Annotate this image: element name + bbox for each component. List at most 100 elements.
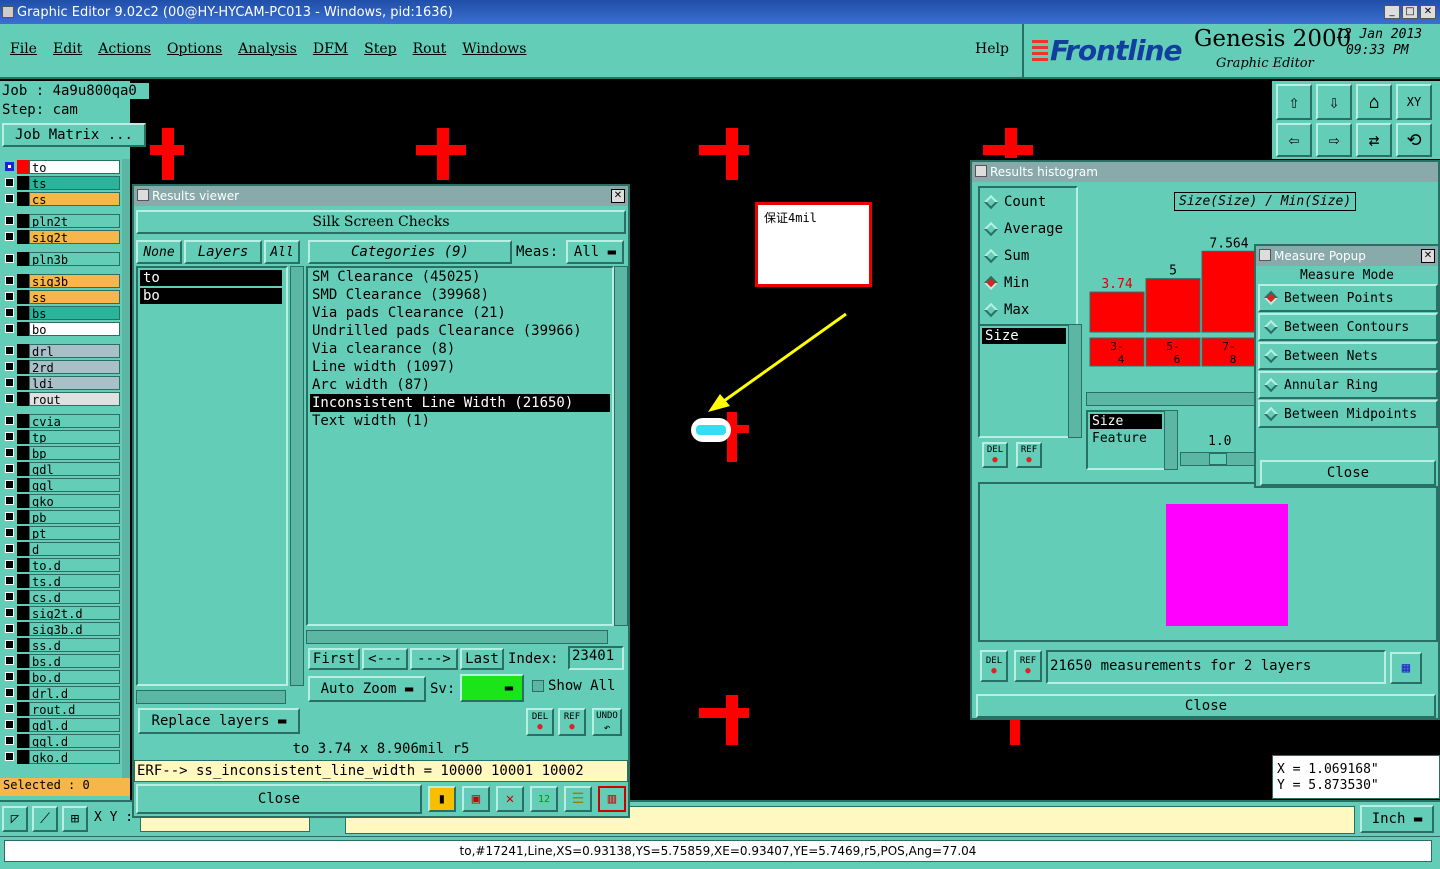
tool-right-icon[interactable]: ⇨ [1316,123,1352,157]
tool-measure-icon[interactable]: ⟋ [32,806,58,832]
measure-close-button[interactable]: Close [1260,460,1436,486]
layer-checkbox[interactable] [5,308,14,317]
show-all-checkbox[interactable] [532,680,544,692]
layer-checkbox[interactable] [5,512,14,521]
feature-item-size[interactable]: Size [1090,414,1162,429]
layer-row-ss-d[interactable]: ss.d [2,637,120,652]
layer-checkbox[interactable] [5,194,14,203]
layer-row-bo-d[interactable]: bo.d [2,669,120,684]
job-matrix-button[interactable]: Job Matrix ... [2,123,146,147]
tool-select-icon[interactable]: ◸ [2,806,28,832]
layer-checkbox[interactable] [5,346,14,355]
histogram-bar[interactable] [1145,278,1201,333]
layer-checkbox[interactable] [5,362,14,371]
layer-row-rout[interactable]: rout [2,391,120,406]
units-dropdown[interactable]: Inch ▬ [1360,805,1434,833]
results-viewer-close-icon[interactable]: ✕ [611,189,625,203]
next-button[interactable]: ---> [410,648,458,670]
minimize-icon[interactable]: _ [1384,5,1400,19]
tool-d-icon[interactable]: 12 [530,786,558,812]
tool-down-icon[interactable]: ⇩ [1316,84,1352,120]
layer-scrollbar[interactable] [122,159,130,784]
layer-checkbox[interactable] [5,496,14,505]
layer-row-cvia[interactable]: cvia [2,413,120,428]
category-scrollbar[interactable] [614,266,628,626]
menu-item-rout[interactable]: Rout [413,41,447,57]
results-close-button[interactable]: Close [136,784,422,814]
feature-scrollbar[interactable] [1164,410,1178,470]
layer-row-drl-d[interactable]: drl.d [2,685,120,700]
tool-swap-icon[interactable]: ⇄ [1356,123,1392,157]
category-item[interactable]: Via pads Clearance (21) [310,304,610,322]
layer-row-cs-d[interactable]: cs.d [2,589,120,604]
layer-checkbox[interactable] [5,480,14,489]
layer-row-ts[interactable]: ts [2,175,120,190]
size-list-scrollbar[interactable] [1068,324,1082,438]
layer-row-ss[interactable]: ss [2,289,120,304]
tool-xy-icon[interactable]: XY [1396,84,1432,120]
scale-slider[interactable] [1180,452,1256,466]
measure-option-between-points[interactable]: Between Points [1258,284,1438,312]
layer-checkbox[interactable] [5,608,14,617]
layer-checkbox[interactable] [5,416,14,425]
mode-radio-count[interactable]: Count [980,188,1076,215]
layer-row-bo[interactable]: bo [2,321,120,336]
layer-checkbox[interactable] [5,656,14,665]
result-layer-item[interactable]: to [140,270,282,286]
layer-checkbox[interactable] [5,528,14,537]
layer-checkbox[interactable] [5,254,14,263]
histogram-bar[interactable] [1201,250,1256,333]
layer-row-sig3b[interactable]: sig3b [2,273,120,288]
menu-item-analysis[interactable]: Analysis [238,41,297,57]
layer-checkbox[interactable] [5,232,14,241]
categories-button[interactable]: Categories (9) [308,240,512,264]
layer-checkbox[interactable] [5,464,14,473]
mode-radio-average[interactable]: Average [980,215,1076,242]
layer-checkbox[interactable] [5,576,14,585]
undo-button[interactable]: UNDO ↶ [592,708,622,736]
layer-checkbox[interactable] [5,378,14,387]
replace-layers-dropdown[interactable]: Replace layers ▬ [138,708,300,734]
measure-option-between-nets[interactable]: Between Nets [1258,342,1438,370]
layer-checkbox[interactable] [5,672,14,681]
measure-popup-close-icon[interactable]: ✕ [1421,249,1435,263]
slider-thumb[interactable] [1209,453,1227,465]
meas-dropdown[interactable]: All ▬ [566,240,624,264]
measure-option-between-contours[interactable]: Between Contours [1258,313,1438,341]
chart-hscrollbar[interactable] [1086,392,1256,406]
tool-grid-icon[interactable]: ⊞ [62,806,88,832]
index-input[interactable]: 23401 [568,646,624,670]
layer-row-ldi[interactable]: ldi [2,375,120,390]
layer-checkbox[interactable] [5,394,14,403]
sv-dropdown[interactable]: ▬ [460,674,524,702]
category-item[interactable]: Line width (1097) [310,358,610,376]
layer-checkbox[interactable] [5,688,14,697]
layer-checkbox[interactable] [5,162,14,171]
chart-settings-icon[interactable]: ▦ [1390,652,1422,684]
del-button[interactable]: DEL ● [526,708,554,736]
layer-row-gko-d[interactable]: gko.d [2,749,120,764]
menu-item-dfm[interactable]: DFM [313,41,348,57]
histogram-close-button[interactable]: Close [976,694,1436,718]
tool-c-icon[interactable]: ✕ [496,786,524,812]
layer-row-pt[interactable]: pt [2,525,120,540]
tool-left-icon[interactable]: ⇦ [1276,123,1312,157]
tool-b-icon[interactable]: ▣ [462,786,490,812]
hist-ref-button[interactable]: REF ● [1016,442,1042,468]
category-item[interactable]: Inconsistent Line Width (21650) [310,394,610,412]
layer-row-pln3b[interactable]: pln3b [2,251,120,266]
ref-button[interactable]: REF ● [558,708,586,736]
feature-item-feature[interactable]: Feature [1090,431,1162,446]
menu-item-actions[interactable]: Actions [98,41,151,57]
layer-checkbox[interactable] [5,324,14,333]
auto-zoom-dropdown[interactable]: Auto Zoom ▬ [308,676,426,702]
layer-row-drl[interactable]: drl [2,343,120,358]
layer-row-pln2t[interactable]: pln2t [2,213,120,228]
layer-checkbox[interactable] [5,432,14,441]
layer-checkbox[interactable] [5,640,14,649]
layer-row-2rd[interactable]: 2rd [2,359,120,374]
menu-item-edit[interactable]: Edit [53,41,82,57]
layer-row-tp[interactable]: tp [2,429,120,444]
maximize-icon[interactable]: □ [1402,5,1418,19]
layer-row-bs-d[interactable]: bs.d [2,653,120,668]
